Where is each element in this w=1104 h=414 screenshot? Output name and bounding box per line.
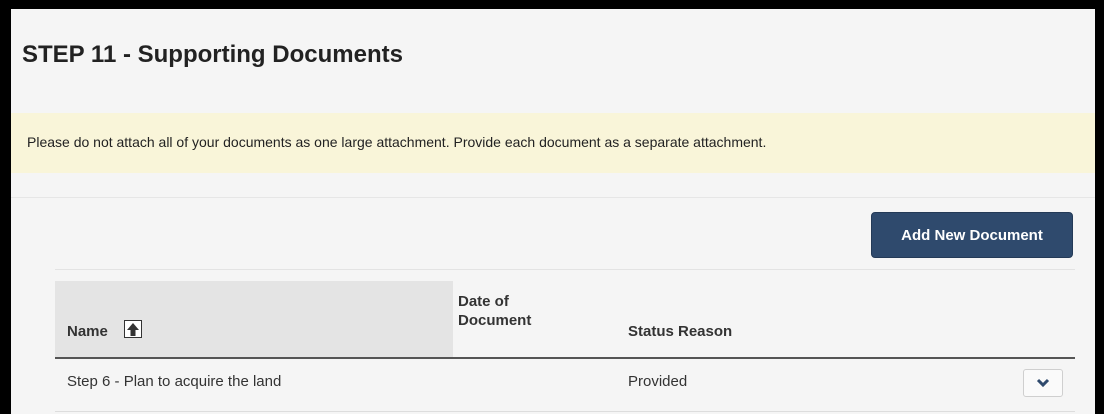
date-header-line1: Date of: [458, 293, 509, 310]
arrow-up-icon[interactable]: [124, 320, 142, 338]
table-top-border: [55, 269, 1075, 270]
section-divider: [11, 197, 1095, 198]
document-name-cell: Step 6 - Plan to acquire the land: [67, 373, 282, 390]
row-border: [55, 411, 1075, 412]
table-row[interactable]: Step 6 - Plan to acquire the land Provid…: [55, 359, 1075, 411]
main-content: STEP 11 - Supporting Documents Please do…: [11, 9, 1095, 414]
add-new-document-button[interactable]: Add New Document: [871, 212, 1073, 258]
window-frame-right: [1095, 0, 1104, 414]
window-frame-left: [0, 0, 11, 414]
window-frame-top: [0, 0, 1104, 9]
row-actions-dropdown-button[interactable]: [1023, 369, 1063, 397]
name-column-header[interactable]: Name: [67, 323, 108, 340]
chevron-down-icon: [1024, 378, 1062, 388]
date-column-header[interactable]: Date of Document: [458, 292, 531, 330]
page-title: STEP 11 - Supporting Documents: [22, 41, 403, 68]
date-header-line2: Document: [458, 312, 532, 329]
status-reason-column-header[interactable]: Status Reason: [628, 323, 732, 340]
notice-banner: Please do not attach all of your documen…: [11, 113, 1095, 173]
notice-text: Please do not attach all of your documen…: [27, 134, 767, 150]
status-reason-cell: Provided: [628, 373, 688, 390]
name-column-header-background[interactable]: [55, 281, 453, 357]
